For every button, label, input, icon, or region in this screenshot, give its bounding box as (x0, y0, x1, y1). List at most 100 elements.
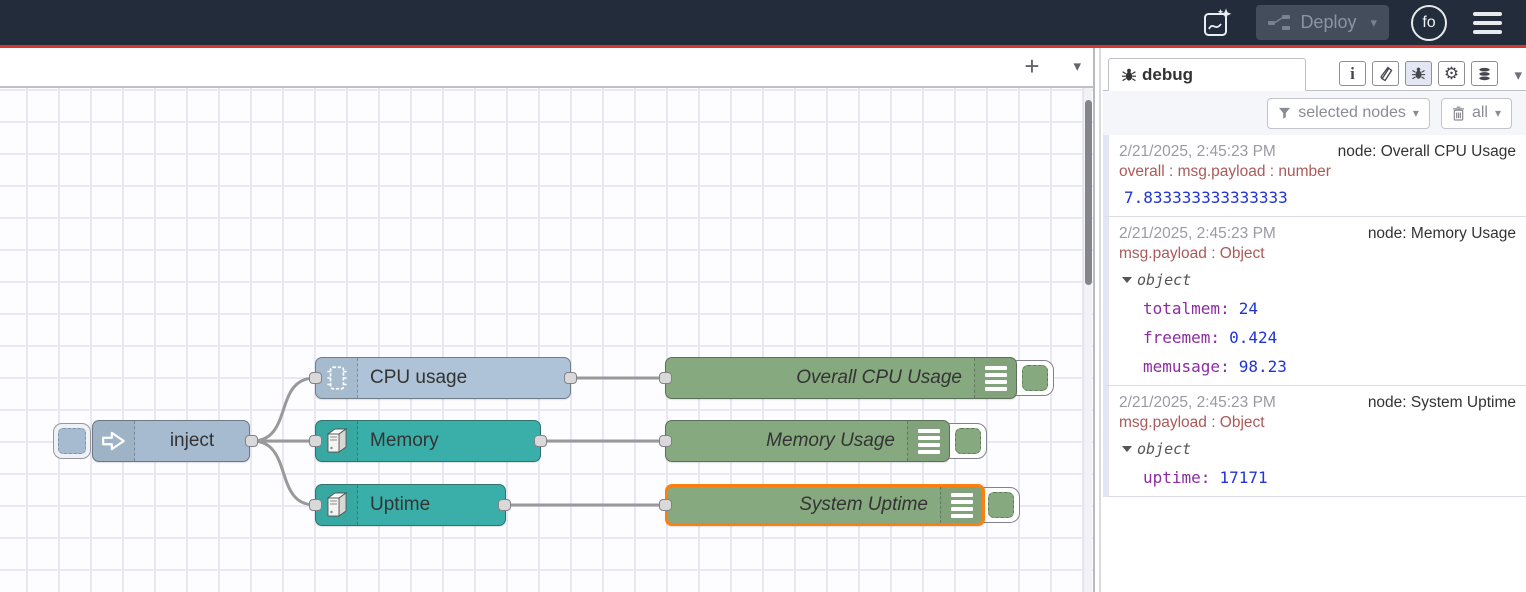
node-label: Overall CPU Usage (666, 367, 974, 389)
node-memory[interactable]: Memory (315, 420, 541, 462)
port-memory-in[interactable] (309, 435, 322, 447)
node-label: Memory (358, 430, 540, 452)
property-key: freemem: (1143, 328, 1220, 347)
workspace-tabbar: + ▾ (0, 48, 1093, 88)
add-flow-button[interactable]: + (1016, 51, 1048, 83)
tab-context-button[interactable] (1471, 61, 1498, 86)
node-label: CPU usage (358, 367, 570, 389)
tab-debug-label: debug (1142, 65, 1193, 85)
deploy-icon (1268, 15, 1290, 31)
object-property: uptime: 17171 (1143, 468, 1516, 487)
tab-debug-button[interactable] (1405, 61, 1432, 86)
node-label: Memory Usage (666, 430, 907, 452)
debug-message-list[interactable]: 2/21/2025, 2:45:23 PM node: Overall CPU … (1103, 135, 1526, 592)
database-icon (1477, 66, 1492, 82)
node-label: System Uptime (668, 494, 940, 516)
object-label: object (1137, 440, 1191, 458)
clear-caret-icon: ▾ (1495, 106, 1501, 120)
node-debug-uptime[interactable]: System Uptime (665, 484, 985, 526)
deploy-button[interactable]: Deploy ▾ (1256, 5, 1389, 40)
debug-sidebar-icon (907, 421, 949, 461)
server-tower-icon (316, 421, 358, 461)
book-icon (1378, 66, 1393, 81)
property-value: 24 (1239, 299, 1258, 318)
tab-info-button[interactable]: i (1339, 61, 1366, 86)
port-debug-cpu-in[interactable] (659, 372, 672, 384)
tab-help-button[interactable] (1372, 61, 1399, 86)
expand-caret-icon (1122, 446, 1132, 452)
port-memory-out[interactable] (534, 435, 547, 447)
port-uptime-out[interactable] (498, 499, 511, 511)
trash-icon (1452, 106, 1465, 121)
property-value: 98.23 (1239, 357, 1287, 376)
info-icon: i (1350, 64, 1355, 84)
debug-message[interactable]: 2/21/2025, 2:45:23 PM node: Overall CPU … (1103, 135, 1526, 217)
flow-canvas[interactable]: inject CPU usage Memo (0, 88, 1093, 592)
tab-debug[interactable]: debug (1108, 58, 1306, 91)
filter-caret-icon: ▾ (1413, 106, 1419, 120)
flow-assistant-icon[interactable] (1200, 6, 1234, 40)
debug-clear-button[interactable]: all ▾ (1441, 98, 1512, 129)
canvas-scrollbar-thumb[interactable] (1085, 100, 1092, 285)
wire-inject-cpu[interactable] (252, 378, 315, 441)
expand-caret-icon (1122, 277, 1132, 283)
debug-message[interactable]: 2/21/2025, 2:45:23 PM node: Memory Usage… (1103, 217, 1526, 386)
flow-list-caret-icon[interactable]: ▾ (1073, 57, 1081, 75)
message-timestamp: 2/21/2025, 2:45:23 PM (1119, 393, 1276, 412)
node-debug-overall-cpu[interactable]: Overall CPU Usage (665, 357, 1017, 399)
node-uptime[interactable]: Uptime (315, 484, 506, 526)
node-inject[interactable]: inject (92, 420, 250, 462)
wire-inject-uptime[interactable] (252, 441, 315, 505)
debug-filter-button[interactable]: selected nodes ▾ (1267, 98, 1430, 129)
property-key: uptime: (1143, 468, 1210, 487)
canvas-scrollbar-track[interactable] (1083, 88, 1092, 592)
tab-config-button[interactable]: ⚙ (1438, 61, 1465, 86)
inject-trigger-inner (58, 428, 86, 454)
message-timestamp: 2/21/2025, 2:45:23 PM (1119, 224, 1276, 243)
object-expander[interactable]: object (1122, 440, 1516, 458)
property-value: 17171 (1219, 468, 1267, 487)
chip-icon (316, 358, 358, 398)
object-label: object (1137, 271, 1191, 289)
node-cpu-usage[interactable]: CPU usage (315, 357, 571, 399)
message-property-path: msg.payload : Object (1119, 244, 1516, 263)
port-cpu-in[interactable] (309, 372, 322, 384)
debug-sidebar-icon (974, 358, 1016, 398)
node-label: Uptime (358, 494, 505, 516)
object-property: totalmem: 24 (1143, 299, 1516, 318)
debug-filter-toolbar: selected nodes ▾ all ▾ (1103, 91, 1526, 135)
object-expander[interactable]: object (1122, 271, 1516, 289)
server-tower-icon (316, 485, 358, 525)
object-property: freemem:0.424 (1143, 328, 1516, 347)
deploy-caret-icon[interactable]: ▾ (1370, 15, 1377, 31)
inject-arrow-icon (93, 421, 135, 461)
gear-icon: ⚙ (1444, 64, 1459, 84)
debug-sidebar-icon (940, 487, 982, 523)
message-property-path: msg.payload : Object (1119, 413, 1516, 432)
sidebar-divider[interactable] (1093, 48, 1095, 592)
bug-icon (1121, 67, 1137, 83)
message-source-node: node: System Uptime (1368, 393, 1516, 412)
port-uptime-in[interactable] (309, 499, 322, 511)
sidebar-tabrow: debug i (1103, 58, 1526, 91)
inject-trigger-button[interactable] (53, 423, 91, 459)
sidebar-more-caret-icon[interactable]: ▾ (1514, 66, 1522, 84)
debug-filter-label: selected nodes (1298, 104, 1406, 122)
port-debug-uptime-in[interactable] (659, 499, 672, 511)
bug-icon (1411, 66, 1426, 81)
message-number-value: 7.833333333333333 (1124, 188, 1516, 207)
user-avatar[interactable]: fo (1411, 5, 1447, 41)
property-key: totalmem: (1143, 299, 1230, 318)
node-debug-memory[interactable]: Memory Usage (665, 420, 950, 462)
debug-sidebar: debug i (1103, 48, 1526, 592)
port-inject-out[interactable] (245, 435, 258, 447)
app-header: Deploy ▾ fo (0, 0, 1526, 48)
port-debug-memory-in[interactable] (659, 435, 672, 447)
debug-message[interactable]: 2/21/2025, 2:45:23 PM node: System Uptim… (1103, 386, 1526, 497)
main-menu-icon[interactable] (1469, 8, 1506, 38)
sidebar-divider-inner (1099, 48, 1101, 592)
message-source-node: node: Overall CPU Usage (1338, 142, 1516, 161)
property-key: memusage: (1143, 357, 1230, 376)
port-cpu-out[interactable] (564, 372, 577, 384)
message-timestamp: 2/21/2025, 2:45:23 PM (1119, 142, 1276, 161)
